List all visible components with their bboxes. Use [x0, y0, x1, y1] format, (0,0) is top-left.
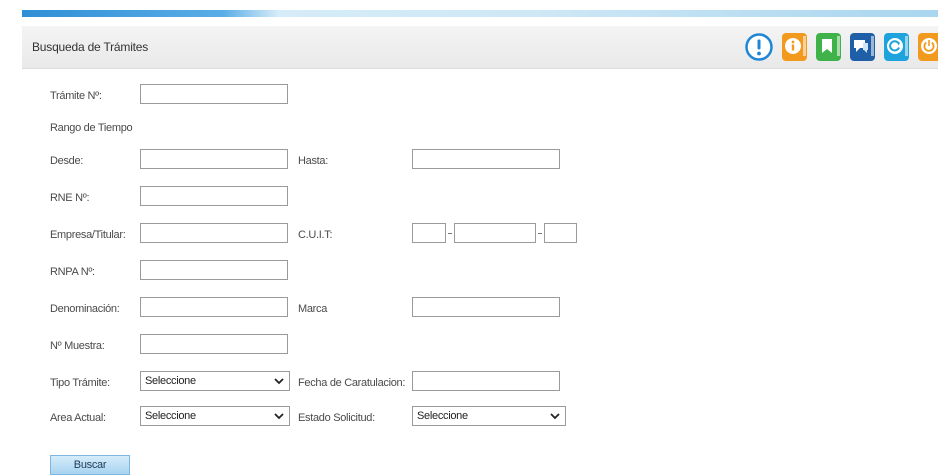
page-header: Busqueda de Trámites: [22, 26, 938, 69]
tipo-tramite-select[interactable]: Seleccione: [140, 371, 290, 391]
cuit-separator: [538, 233, 542, 234]
fecha-caratulacion-label: Fecha de Caratulacion:: [298, 377, 406, 389]
desde-input[interactable]: [140, 149, 288, 169]
cuit-label: C.U.I.T:: [298, 229, 333, 241]
flag-icon[interactable]: [816, 33, 841, 61]
rnpa-input[interactable]: [140, 260, 288, 280]
empresa-input[interactable]: [140, 223, 288, 243]
page-title: Busqueda de Trámites: [32, 40, 149, 54]
hasta-input[interactable]: [412, 149, 560, 169]
muestra-label: Nº Muestra:: [50, 340, 105, 352]
hasta-label: Hasta:: [298, 155, 328, 167]
marca-label: Marca: [298, 303, 328, 315]
estado-solicitud-select[interactable]: Seleccione: [412, 406, 566, 426]
top-banner: [0, 0, 938, 26]
rne-input[interactable]: [140, 186, 288, 206]
marca-input[interactable]: [412, 297, 560, 317]
cuit-separator: [448, 233, 452, 234]
muestra-input[interactable]: [140, 334, 288, 354]
buscar-button[interactable]: Buscar: [50, 455, 130, 475]
power-icon[interactable]: [918, 33, 938, 61]
tipo-tramite-value: Seleccione: [145, 375, 196, 387]
desde-label: Desde:: [50, 155, 84, 167]
reload-icon[interactable]: [884, 33, 909, 61]
top-accent-bar: [22, 10, 938, 17]
empresa-label: Empresa/Titular:: [50, 229, 126, 241]
alert-icon[interactable]: [744, 32, 774, 62]
message-icon[interactable]: [850, 33, 875, 61]
tipo-tramite-label: Tipo Trámite:: [50, 377, 110, 389]
cuit-prefix-input[interactable]: [412, 223, 446, 243]
rne-label: RNE Nº:: [50, 192, 90, 204]
area-actual-label: Area Actual:: [50, 412, 106, 424]
area-actual-select[interactable]: Seleccione: [140, 406, 290, 426]
toolbar-icons: [744, 32, 938, 62]
denominacion-label: Denominación:: [50, 303, 120, 315]
info-icon[interactable]: [782, 33, 807, 61]
rnpa-label: RNPA Nº:: [50, 266, 95, 278]
cuit-number-input[interactable]: [454, 223, 536, 243]
estado-solicitud-value: Seleccione: [417, 410, 468, 422]
estado-solicitud-label: Estado Solicitud:: [298, 412, 375, 424]
area-actual-value: Seleccione: [145, 410, 196, 422]
tramite-input[interactable]: [140, 84, 288, 104]
chevron-down-icon: [550, 413, 560, 420]
denominacion-input[interactable]: [140, 297, 288, 317]
rango-tiempo-label: Rango de Tiempo: [50, 122, 133, 134]
cuit-suffix-input[interactable]: [544, 223, 577, 243]
fecha-caratulacion-input[interactable]: [412, 371, 560, 391]
chevron-down-icon: [274, 378, 284, 385]
chevron-down-icon: [274, 413, 284, 420]
tramite-label: Trámite Nº:: [50, 90, 102, 102]
